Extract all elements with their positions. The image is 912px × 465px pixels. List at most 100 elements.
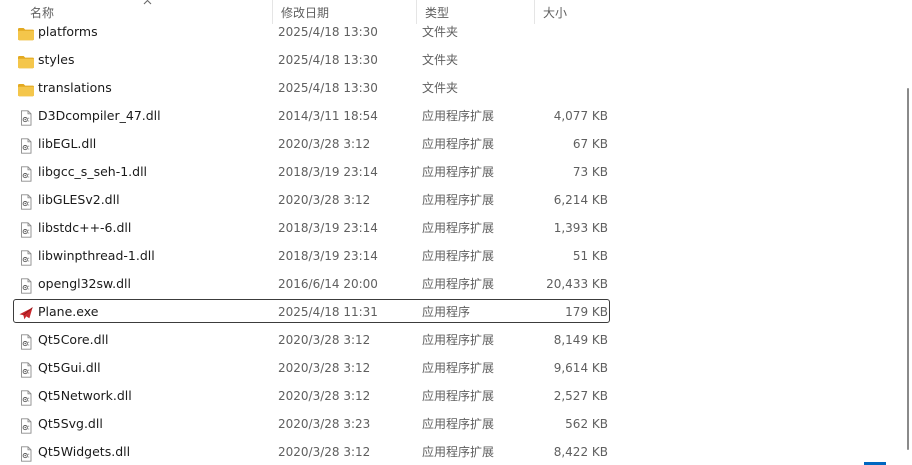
file-size: 2,527 KB <box>553 389 608 403</box>
file-size: 20,433 KB <box>546 277 608 291</box>
file-rows: platforms 2025/4/18 13:30 文件夹 styles 2025/4/… <box>0 18 616 465</box>
file-modified-date: 2020/3/28 3:12 <box>278 445 371 459</box>
file-modified-date: 2018/3/19 23:14 <box>278 165 378 179</box>
file-modified-date: 2016/6/14 20:00 <box>278 277 378 291</box>
file-row[interactable]: Qt5Gui.dll 2020/3/28 3:12 应用程序扩展 9,614 KB <box>0 354 616 382</box>
file-modified-date: 2020/3/28 3:12 <box>278 361 371 375</box>
file-name: libwinpthread-1.dll <box>38 248 155 263</box>
file-modified-date: 2020/3/28 3:12 <box>278 333 371 347</box>
file-type: 应用程序扩展 <box>422 417 495 431</box>
dll-file-icon <box>17 164 35 182</box>
file-modified-date: 2020/3/28 3:23 <box>278 417 371 431</box>
file-type: 应用程序扩展 <box>422 165 495 179</box>
file-type: 应用程序扩展 <box>422 109 495 123</box>
dll-file-icon <box>17 220 35 238</box>
file-size: 1,393 KB <box>553 221 608 235</box>
file-size: 4,077 KB <box>553 109 608 123</box>
file-size <box>540 46 608 74</box>
plane-app-icon <box>17 304 35 320</box>
file-name: Plane.exe <box>38 304 99 319</box>
file-size <box>540 74 608 102</box>
file-row[interactable]: styles 2025/4/18 13:30 文件夹 <box>0 46 616 74</box>
file-size: 9,614 KB <box>553 361 608 375</box>
file-type: 应用程序扩展 <box>422 333 495 347</box>
file-type: 文件夹 <box>422 25 459 39</box>
file-size: 8,422 KB <box>553 445 608 459</box>
file-modified-date: 2025/4/18 13:30 <box>278 81 378 95</box>
dll-file-icon <box>17 192 35 210</box>
file-row[interactable]: Qt5Svg.dll 2020/3/28 3:23 应用程序扩展 562 KB <box>0 410 616 438</box>
file-type: 应用程序 <box>422 305 471 319</box>
file-type: 应用程序扩展 <box>422 389 495 403</box>
file-row[interactable]: platforms 2025/4/18 13:30 文件夹 <box>0 18 616 46</box>
file-row[interactable]: libwinpthread-1.dll 2018/3/19 23:14 应用程序扩展… <box>0 242 616 270</box>
file-modified-date: 2020/3/28 3:12 <box>278 137 371 151</box>
file-name: libgcc_s_seh-1.dll <box>38 164 148 179</box>
dll-file-icon <box>17 136 35 154</box>
folder-icon <box>17 52 35 69</box>
dll-file-icon <box>17 416 35 434</box>
file-name: libstdc++-6.dll <box>38 220 132 235</box>
file-name: styles <box>38 52 75 67</box>
file-type: 应用程序扩展 <box>422 361 495 375</box>
file-name: platforms <box>38 24 98 39</box>
dll-file-icon <box>17 360 35 378</box>
file-row[interactable]: D3Dcompiler_47.dll 2014/3/11 18:54 应用程序扩展 4… <box>0 102 616 130</box>
file-size: 67 KB <box>572 137 608 151</box>
folder-icon <box>17 24 35 41</box>
file-row[interactable]: translations 2025/4/18 13:30 文件夹 <box>0 74 616 102</box>
file-size: 562 KB <box>565 417 608 431</box>
file-type: 应用程序扩展 <box>422 445 495 459</box>
file-modified-date: 2018/3/19 23:14 <box>278 249 378 263</box>
file-row[interactable]: libstdc++-6.dll 2018/3/19 23:14 应用程序扩展 1,39… <box>0 214 616 242</box>
file-row[interactable]: opengl32sw.dll 2016/6/14 20:00 应用程序扩展 20,43… <box>0 270 616 298</box>
file-name: translations <box>38 80 112 95</box>
dll-file-icon <box>17 332 35 350</box>
scrollbar-thumb[interactable] <box>907 88 909 450</box>
folder-icon <box>17 80 35 97</box>
file-name: libGLESv2.dll <box>38 192 120 207</box>
file-size <box>540 18 608 46</box>
file-modified-date: 2020/3/28 3:12 <box>278 193 371 207</box>
file-name: Qt5Core.dll <box>38 332 109 347</box>
dll-file-icon <box>17 108 35 126</box>
dll-file-icon <box>17 444 35 462</box>
file-name: D3Dcompiler_47.dll <box>38 108 161 123</box>
file-size: 6,214 KB <box>553 193 608 207</box>
dll-file-icon <box>17 248 35 266</box>
file-type: 文件夹 <box>422 53 459 67</box>
file-size: 8,149 KB <box>553 333 608 347</box>
file-size: 51 KB <box>572 249 608 263</box>
file-row[interactable]: Plane.exe 2025/4/18 11:31 应用程序 179 KB <box>0 298 616 326</box>
file-name: libEGL.dll <box>38 136 97 151</box>
vertical-scrollbar[interactable] <box>902 0 912 465</box>
file-name: Qt5Network.dll <box>38 388 132 403</box>
file-type: 应用程序扩展 <box>422 137 495 151</box>
file-row[interactable]: libgcc_s_seh-1.dll 2018/3/19 23:14 应用程序扩展 7… <box>0 158 616 186</box>
file-modified-date: 2025/4/18 13:30 <box>278 25 378 39</box>
dll-file-icon <box>17 388 35 406</box>
file-name: Qt5Gui.dll <box>38 360 101 375</box>
file-modified-date: 2025/4/18 11:31 <box>278 305 378 319</box>
file-type: 应用程序扩展 <box>422 277 495 291</box>
file-type: 应用程序扩展 <box>422 249 495 263</box>
file-modified-date: 2025/4/18 13:30 <box>278 53 378 67</box>
file-modified-date: 2020/3/28 3:12 <box>278 389 371 403</box>
file-type: 应用程序扩展 <box>422 221 495 235</box>
file-size: 179 KB <box>565 305 608 319</box>
file-row[interactable]: Qt5Widgets.dll 2020/3/28 3:12 应用程序扩展 8,422 … <box>0 438 616 465</box>
file-row[interactable]: libEGL.dll 2020/3/28 3:12 应用程序扩展 67 KB <box>0 130 616 158</box>
sort-ascending-icon <box>143 0 152 5</box>
file-row[interactable]: libGLESv2.dll 2020/3/28 3:12 应用程序扩展 6,214 K… <box>0 186 616 214</box>
file-name: Qt5Widgets.dll <box>38 444 131 459</box>
file-modified-date: 2018/3/19 23:14 <box>278 221 378 235</box>
file-name: Qt5Svg.dll <box>38 416 103 431</box>
file-list-pane: 名称 修改日期 类型 大小 platforms 2025/4/18 13:30 文件… <box>0 0 912 465</box>
file-row[interactable]: Qt5Core.dll 2020/3/28 3:12 应用程序扩展 8,149 KB <box>0 326 616 354</box>
dll-file-icon <box>17 276 35 294</box>
file-type: 文件夹 <box>422 81 459 95</box>
file-size: 73 KB <box>572 165 608 179</box>
file-modified-date: 2014/3/11 18:54 <box>278 109 378 123</box>
file-row[interactable]: Qt5Network.dll 2020/3/28 3:12 应用程序扩展 2,527 … <box>0 382 616 410</box>
file-name: opengl32sw.dll <box>38 276 131 291</box>
